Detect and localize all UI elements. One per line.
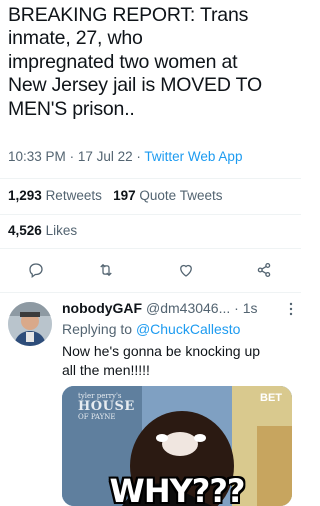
show-logo-title: HOUSE <box>78 399 135 414</box>
avatar[interactable] <box>8 302 52 346</box>
retweet-icon <box>100 263 112 277</box>
retweets-count: 1,293 <box>8 188 42 203</box>
handle-separator: · <box>234 300 239 316</box>
divider <box>0 248 301 249</box>
quote-tweets-label: Quote Tweets <box>139 188 223 203</box>
reply-text-line: Now he's gonna be knocking up <box>62 343 261 359</box>
meta-separator: · <box>136 149 141 164</box>
tweet-actions <box>0 256 301 284</box>
quote-tweets-link[interactable]: 197 Quote Tweets <box>113 188 222 203</box>
replying-prefix: Replying to <box>62 321 133 337</box>
tweet-text-line: MEN'S prison.. <box>8 97 135 120</box>
share-button[interactable] <box>250 256 278 284</box>
divider <box>0 178 301 179</box>
reply-text-line: all the men!!!!! <box>62 362 150 378</box>
likes-count: 4,526 <box>8 223 42 238</box>
reply-button[interactable] <box>22 256 50 284</box>
media-caption: WHY??? <box>109 472 246 506</box>
reply-icon <box>29 263 43 279</box>
more-options-icon[interactable] <box>285 302 297 316</box>
tweet-text: BREAKING REPORT: Trans inmate, 27, who i… <box>8 4 300 121</box>
tweet-text-line: inmate, 27, who <box>8 27 143 50</box>
reply-author-row: nobodyGAF @dm43046... · 1s <box>62 300 258 316</box>
reply-media[interactable]: tyler perry's HOUSE OF PAYNE BET WHY??? <box>62 386 292 506</box>
like-button[interactable] <box>172 256 200 284</box>
retweet-stats: 1,293 Retweets 197 Quote Tweets <box>8 188 222 203</box>
network-logo: BET <box>260 392 282 404</box>
retweets-link[interactable]: 1,293 Retweets <box>8 188 102 203</box>
share-icon <box>257 262 271 278</box>
likes-link[interactable]: 4,526 Likes <box>8 223 77 238</box>
tweet-text-line: BREAKING REPORT: Trans <box>8 4 249 26</box>
divider <box>0 214 301 215</box>
author-name[interactable]: nobodyGAF <box>62 300 142 316</box>
tweet-text-line: impregnated two women at <box>8 50 238 73</box>
meta-separator: · <box>69 149 75 164</box>
reply-text: Now he's gonna be knocking up all the me… <box>62 342 292 380</box>
like-icon <box>180 264 192 277</box>
show-logo-subtitle: OF PAYNE <box>78 413 116 421</box>
tweet-source-link[interactable]: Twitter Web App <box>144 149 242 164</box>
quote-tweets-count: 197 <box>113 188 136 203</box>
divider <box>0 292 301 293</box>
tweet-date[interactable]: 17 Jul 22 <box>78 149 133 164</box>
retweets-label: Retweets <box>45 188 102 203</box>
avatar-image <box>8 302 52 346</box>
retweet-button[interactable] <box>92 256 120 284</box>
tweet-text-line: New Jersey jail is MOVED TO <box>8 74 262 97</box>
show-logo: tyler perry's HOUSE OF PAYNE <box>78 392 138 421</box>
author-handle[interactable]: @dm43046... <box>146 300 230 316</box>
likes-label: Likes <box>45 223 78 238</box>
reply-time[interactable]: 1s <box>243 300 258 316</box>
tweet-meta: 10:33 PM · 17 Jul 22 · Twitter Web App <box>8 149 242 164</box>
replying-to: Replying to @ChuckCallesto <box>62 321 240 337</box>
mention-link[interactable]: @ChuckCallesto <box>136 321 240 337</box>
tweet-time[interactable]: 10:33 PM <box>8 149 66 164</box>
